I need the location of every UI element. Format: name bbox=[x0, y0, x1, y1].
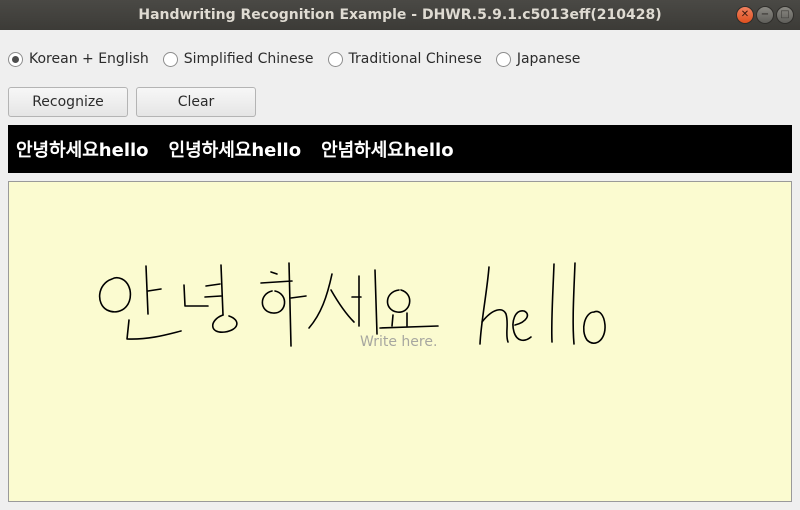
write-here-placeholder: Write here. bbox=[360, 334, 438, 350]
radio-label[interactable]: Simplified Chinese bbox=[184, 51, 314, 67]
handwriting-canvas[interactable]: Write here. bbox=[8, 181, 792, 502]
minimize-icon[interactable]: − bbox=[756, 6, 774, 24]
radio-label[interactable]: Japanese bbox=[517, 51, 581, 67]
result-candidate-1[interactable]: 안녕하세요hello bbox=[16, 136, 149, 162]
radio-traditional-chinese[interactable]: Traditional Chinese bbox=[327, 51, 482, 67]
title-bar: Handwriting Recognition Example - DHWR.5… bbox=[0, 0, 800, 30]
radio-korean-english[interactable]: Korean + English bbox=[8, 51, 149, 67]
radio-button-icon[interactable] bbox=[327, 51, 343, 67]
radio-button-icon[interactable] bbox=[8, 51, 23, 67]
radio-button-icon[interactable] bbox=[162, 51, 178, 67]
clear-button[interactable]: Clear bbox=[136, 87, 256, 117]
window-title: Handwriting Recognition Example - DHWR.5… bbox=[138, 7, 662, 23]
result-candidate-2[interactable]: 인녕하세요hello bbox=[169, 136, 302, 162]
radio-simplified-chinese[interactable]: Simplified Chinese bbox=[162, 51, 314, 67]
language-radio-group: Korean + English Simplified Chinese Trad… bbox=[8, 48, 594, 70]
maximize-icon[interactable]: □ bbox=[776, 6, 794, 24]
result-candidate-3[interactable]: 안념하세요hello bbox=[321, 136, 454, 162]
window-controls: ✕ − □ bbox=[736, 6, 794, 24]
recognize-button[interactable]: Recognize bbox=[8, 87, 128, 117]
radio-label[interactable]: Traditional Chinese bbox=[349, 51, 482, 67]
recognition-results-bar: 안녕하세요hello 인녕하세요hello 안념하세요hello bbox=[8, 125, 792, 173]
close-icon[interactable]: ✕ bbox=[736, 6, 754, 24]
radio-japanese[interactable]: Japanese bbox=[495, 51, 581, 67]
radio-selected-dot bbox=[12, 55, 19, 63]
radio-label[interactable]: Korean + English bbox=[29, 51, 149, 67]
radio-button-icon[interactable] bbox=[495, 51, 511, 67]
